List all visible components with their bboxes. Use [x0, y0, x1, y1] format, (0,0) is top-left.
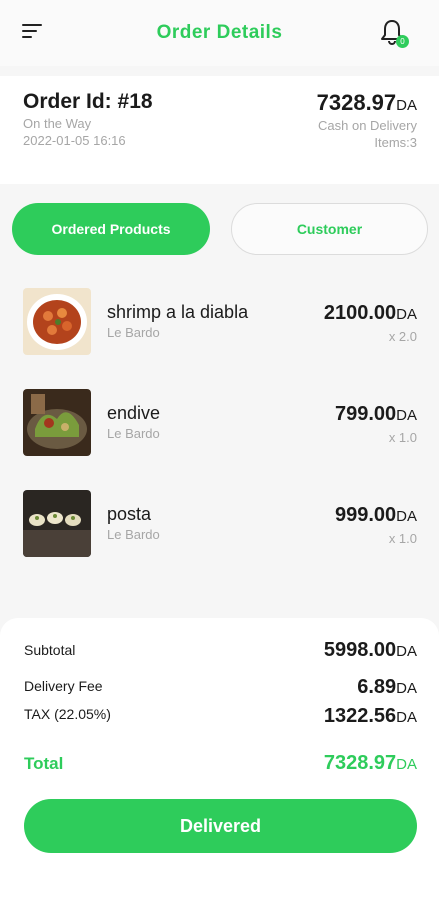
app-bar: Order Details 0 [0, 0, 439, 66]
product-image [23, 288, 91, 355]
product-store: Le Bardo [107, 527, 160, 542]
total-label: Total [24, 754, 64, 773]
total-value: 7328.97DA [323, 752, 417, 774]
order-summary-card: Order Id: #18 On the Way 2022-01-05 16:1… [0, 76, 439, 184]
product-quantity: x 1.0 [388, 430, 417, 445]
product-quantity: x 2.0 [388, 329, 417, 344]
product-name: posta [107, 504, 152, 524]
price-summary-panel: Subtotal 5998.00DA Delivery Fee 6.89DA T… [0, 618, 439, 900]
notification-badge: 0 [396, 35, 409, 48]
notification-bell-icon[interactable]: 0 [379, 18, 409, 48]
product-price: 2100.00DA [323, 302, 417, 324]
tax-label: TAX (22.05%) [24, 706, 111, 722]
product-store: Le Bardo [107, 325, 160, 340]
product-item[interactable]: posta Le Bardo 999.00DA x 1.0 [23, 490, 417, 558]
product-image [23, 490, 91, 557]
delivered-button[interactable]: Delivered [24, 799, 417, 853]
tab-ordered-products[interactable]: Ordered Products [12, 203, 210, 255]
product-name: shrimp a la diabla [107, 302, 249, 322]
page-title: Order Details [156, 22, 283, 43]
product-price: 799.00DA [334, 403, 417, 425]
product-item[interactable]: endive Le Bardo 799.00DA x 1.0 [23, 389, 417, 457]
order-amount-block: 7328.97DA Cash on Delivery Items:3 [317, 90, 417, 150]
product-store: Le Bardo [107, 426, 160, 441]
delivery-fee-label: Delivery Fee [24, 678, 103, 694]
product-name: endive [107, 403, 161, 423]
product-image [23, 389, 91, 456]
tab-bar: Ordered Products Customer [12, 203, 428, 255]
product-price: 999.00DA [334, 504, 417, 526]
subtotal-value: 5998.00DA [323, 639, 417, 661]
product-quantity: x 1.0 [388, 531, 417, 546]
tab-customer[interactable]: Customer [231, 203, 428, 255]
order-amount: 7328.97DA [316, 90, 417, 115]
delivery-fee-value: 6.89DA [357, 676, 417, 698]
tax-value: 1322.56DA [323, 705, 417, 727]
items-count: Items:3 [374, 135, 417, 150]
payment-method: Cash on Delivery [318, 118, 417, 133]
subtotal-label: Subtotal [24, 642, 76, 658]
product-item[interactable]: shrimp a la diabla Le Bardo 2100.00DA x … [23, 288, 417, 356]
menu-icon[interactable] [22, 24, 46, 42]
